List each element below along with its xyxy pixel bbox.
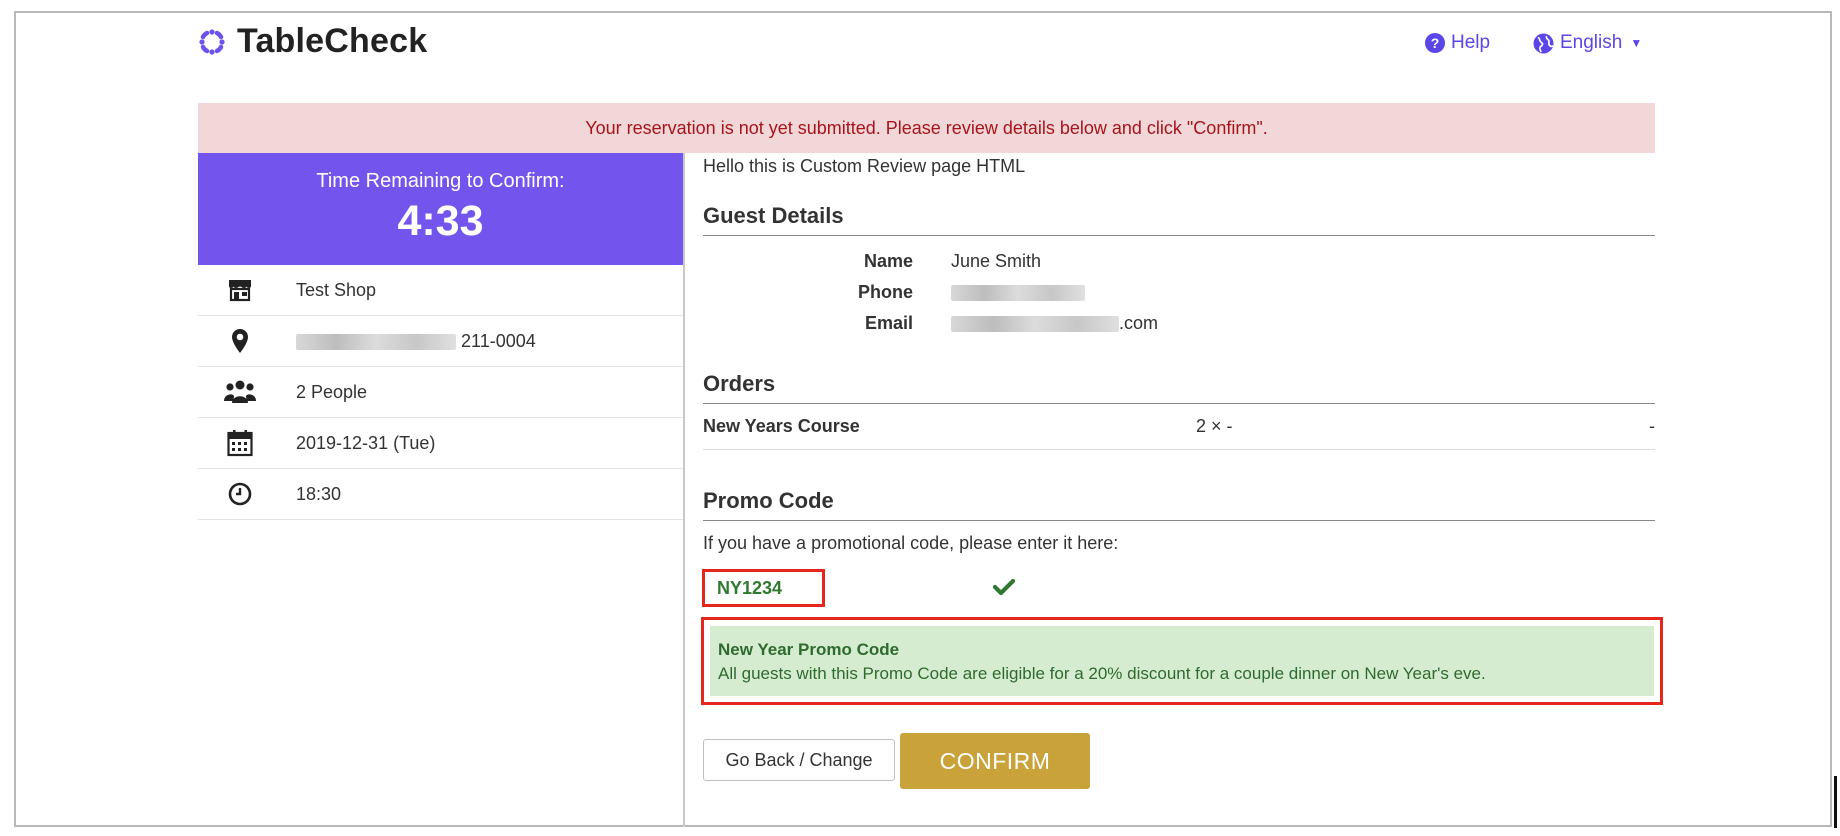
time-row: 18:30: [198, 469, 683, 520]
language-dropdown[interactable]: English ▼: [1533, 32, 1642, 54]
confirm-timer: Time Remaining to Confirm: 4:33: [198, 153, 683, 265]
name-value: June Smith: [951, 251, 1042, 271]
not-submitted-alert: Your reservation is not yet submitted. P…: [198, 103, 1655, 153]
top-nav: ? Help English ▼: [0, 32, 1840, 60]
order-name: New Years Course: [703, 415, 860, 436]
promo-result-box: New Year Promo Code All guests with this…: [701, 617, 1663, 705]
address: 211-0004: [296, 331, 536, 352]
calendar-icon: [218, 429, 262, 457]
guest-phone-row: Phone: [703, 277, 1655, 308]
promo-result-description: All guests with this Promo Code are elig…: [718, 664, 1486, 683]
chevron-down-icon: ▼: [1630, 36, 1643, 50]
redacted-email: [951, 316, 1119, 333]
email-suffix: .com: [1119, 313, 1159, 333]
phone-label: Phone: [857, 282, 913, 302]
language-label: English: [1560, 32, 1623, 53]
shop-name: Test Shop: [296, 279, 377, 300]
address-row: 211-0004: [198, 316, 683, 367]
timer-label: Time Remaining to Confirm:: [316, 170, 565, 192]
clock-icon: [218, 482, 262, 506]
redacted-phone: [951, 285, 1085, 302]
help-link[interactable]: ? Help: [1425, 32, 1490, 54]
guest-details-title: Guest Details: [703, 203, 1655, 236]
promo-code-input[interactable]: NY1234: [702, 569, 825, 607]
guest-details: Name June Smith Phone Email .com: [703, 246, 1655, 339]
email-label: Email: [864, 313, 913, 333]
shop-row: Test Shop: [198, 265, 683, 316]
promo-help-text: If you have a promotional code, please e…: [703, 533, 1119, 553]
text-cursor: [1834, 776, 1837, 828]
promo-result-title: New Year Promo Code: [718, 640, 900, 659]
redacted-address: [296, 333, 456, 350]
map-pin-icon: [218, 328, 262, 354]
reservation-summary: Time Remaining to Confirm: 4:33 Test Sho…: [198, 153, 683, 520]
globe-icon: [1533, 33, 1554, 53]
custom-review-html: Hello this is Custom Review page HTML: [703, 156, 1026, 176]
go-back-button[interactable]: Go Back / Change: [703, 739, 895, 781]
order-row: New Years Course 2 × - -: [703, 403, 1655, 450]
order-qty: 2 × -: [1196, 415, 1233, 436]
timer-value: 4:33: [397, 197, 484, 245]
email-value: .com: [951, 313, 1158, 334]
guest-name-row: Name June Smith: [703, 246, 1655, 277]
people-icon: [218, 380, 262, 404]
column-divider: [683, 153, 685, 827]
name-label: Name: [863, 251, 913, 271]
promo-code-value: NY1234: [717, 577, 783, 598]
promo-result-message: New Year Promo Code All guests with this…: [710, 626, 1654, 696]
address-postal: 211-0004: [461, 330, 536, 351]
phone-value: [951, 282, 1085, 303]
checkmark-icon: [992, 578, 1016, 601]
orders-title: Orders: [703, 371, 1655, 404]
help-label: Help: [1451, 32, 1491, 53]
order-price: -: [1649, 415, 1655, 436]
guest-email-row: Email .com: [703, 308, 1655, 339]
help-icon: ?: [1425, 33, 1445, 53]
date-row: 2019-12-31 (Tue): [198, 418, 683, 469]
promo-code-title: Promo Code: [703, 488, 1655, 521]
reservation-time: 18:30: [296, 483, 342, 504]
shop-icon: [218, 278, 262, 302]
reservation-date: 2019-12-31 (Tue): [296, 432, 436, 453]
people-row: 2 People: [198, 367, 683, 418]
confirm-button[interactable]: CONFIRM: [900, 733, 1090, 789]
people-count: 2 People: [296, 381, 368, 402]
alert-message: Your reservation is not yet submitted. P…: [585, 117, 1268, 138]
